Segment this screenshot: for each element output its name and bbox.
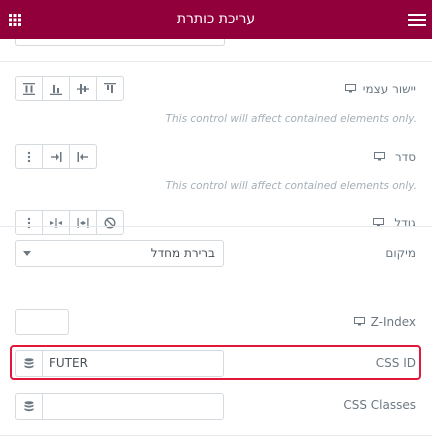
self-align-buttons [15,76,124,101]
panel-title: עריכת כותרת [176,11,256,27]
order-end-button[interactable] [43,145,70,168]
database-icon [24,358,34,369]
size-shrink-button[interactable] [43,211,70,234]
css-id-label: CSS ID [375,356,416,370]
size-label: גודל [394,216,416,230]
self-align-note: This control will affect contained eleme… [165,113,417,125]
css-id-input[interactable]: FUTER [15,350,224,377]
css-classes-input[interactable] [15,393,224,420]
desktop-icon[interactable] [354,317,365,326]
align-start-button[interactable] [97,77,123,100]
css-classes-label: CSS Classes [343,398,416,412]
database-icon [24,401,34,412]
align-end-icon [50,84,62,95]
size-none-button[interactable] [97,211,123,234]
desktop-icon[interactable] [345,84,356,93]
align-stretch-button[interactable] [16,77,43,100]
align-end-button[interactable] [43,77,70,100]
order-buttons [15,144,97,169]
arrow-to-start-icon [77,151,88,162]
section-divider [0,226,432,227]
z-index-input[interactable] [15,309,69,335]
more-vertical-icon [27,151,31,162]
chevron-down-icon [23,251,31,256]
section-divider [0,61,432,62]
align-start-icon [104,82,116,93]
dynamic-tags-button[interactable] [16,351,43,376]
order-note: This control will affect contained eleme… [165,180,417,192]
align-center-icon [77,83,89,94]
dynamic-tags-button[interactable] [16,394,43,419]
order-start-button[interactable] [70,145,96,168]
position-select-value: ברירת מחדל [150,246,215,260]
position-label: מיקום [385,246,416,260]
size-custom-button[interactable] [16,211,43,234]
position-select[interactable]: ברירת מחדל [15,240,224,267]
arrow-to-end-icon [51,151,62,162]
order-label: סדר [394,150,416,164]
align-center-button[interactable] [70,77,97,100]
self-align-label: יישור עצמי [362,82,416,96]
css-id-value: FUTER [49,356,88,370]
desktop-icon[interactable] [374,152,385,161]
apps-grid-icon[interactable] [9,14,21,26]
align-stretch-icon [23,82,35,95]
size-grow-button[interactable] [70,211,97,234]
panel-header: עריכת כותרת [0,0,432,39]
order-custom-button[interactable] [16,145,43,168]
z-index-label: Z-Index [370,315,416,329]
size-buttons [15,210,124,235]
hamburger-icon[interactable] [408,14,426,26]
scrolled-input-remnant[interactable] [15,39,225,46]
